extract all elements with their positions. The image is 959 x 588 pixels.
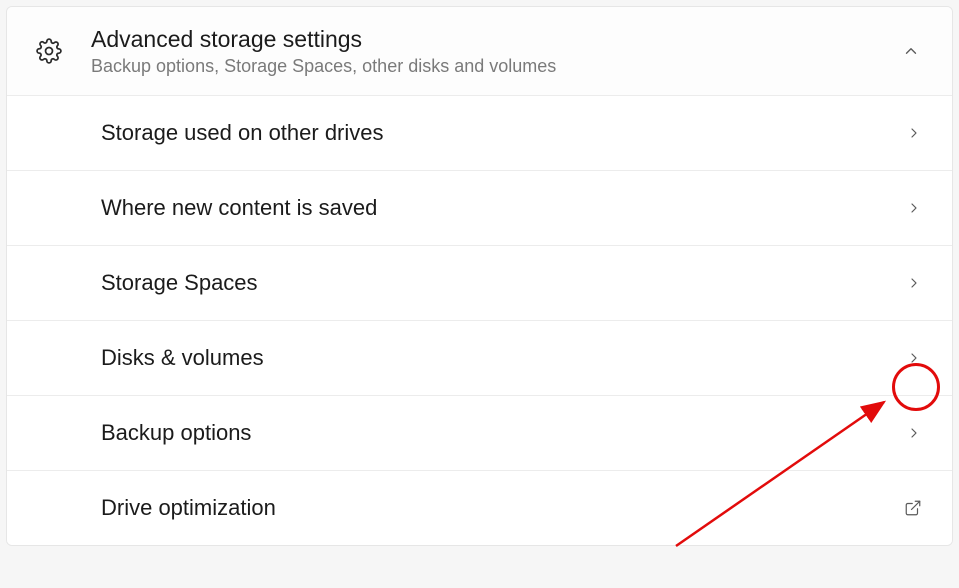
item-storage-other-drives[interactable]: Storage used on other drives — [7, 96, 952, 171]
header-subtitle: Backup options, Storage Spaces, other di… — [91, 56, 898, 77]
item-disks-volumes[interactable]: Disks & volumes — [7, 321, 952, 396]
item-backup-options[interactable]: Backup options — [7, 396, 952, 471]
item-label: Disks & volumes — [101, 345, 906, 371]
item-drive-optimization[interactable]: Drive optimization — [7, 471, 952, 545]
header-text: Advanced storage settings Backup options… — [91, 25, 898, 77]
external-link-icon — [904, 499, 922, 517]
advanced-storage-header[interactable]: Advanced storage settings Backup options… — [7, 7, 952, 96]
item-label: Backup options — [101, 420, 906, 446]
item-new-content-saved[interactable]: Where new content is saved — [7, 171, 952, 246]
item-storage-spaces[interactable]: Storage Spaces — [7, 246, 952, 321]
chevron-right-icon — [906, 125, 922, 141]
advanced-storage-panel: Advanced storage settings Backup options… — [6, 6, 953, 546]
item-label: Where new content is saved — [101, 195, 906, 221]
header-title: Advanced storage settings — [91, 25, 898, 54]
chevron-up-icon — [898, 38, 924, 64]
chevron-right-icon — [906, 350, 922, 366]
item-label: Drive optimization — [101, 495, 904, 521]
chevron-right-icon — [906, 275, 922, 291]
chevron-right-icon — [906, 425, 922, 441]
gear-icon — [35, 37, 63, 65]
chevron-right-icon — [906, 200, 922, 216]
item-label: Storage Spaces — [101, 270, 906, 296]
item-label: Storage used on other drives — [101, 120, 906, 146]
